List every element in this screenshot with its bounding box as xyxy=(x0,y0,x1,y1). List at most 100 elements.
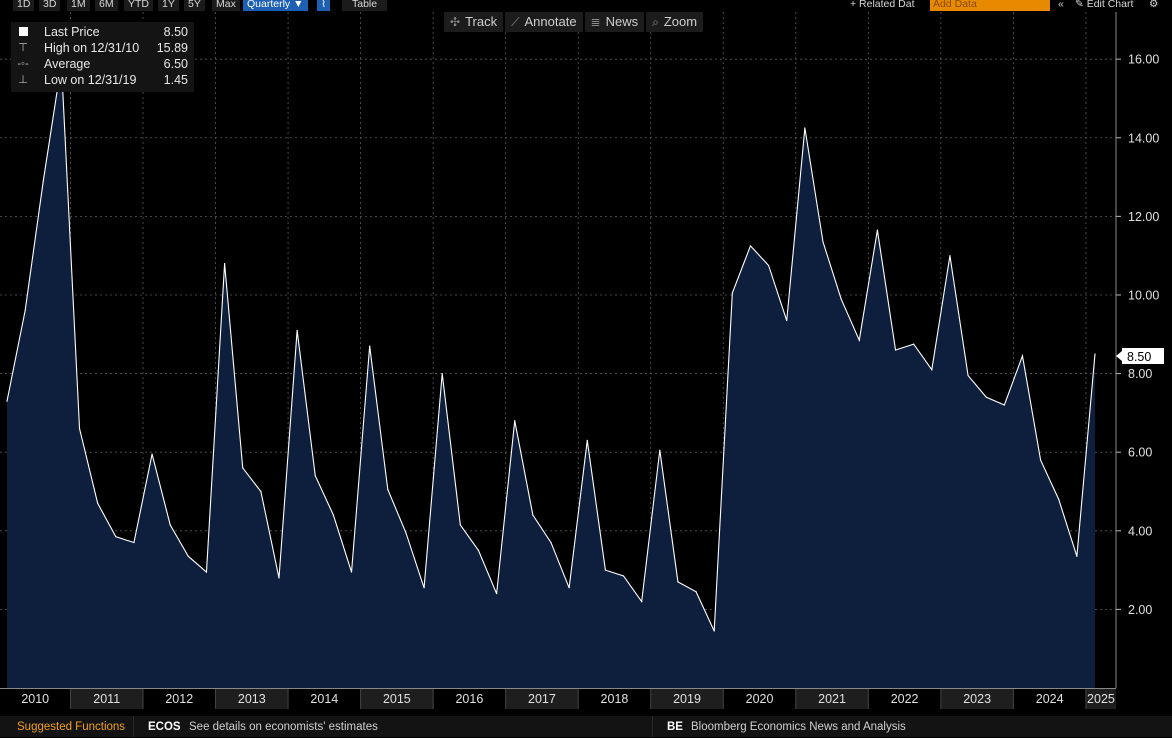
data-point xyxy=(1021,355,1024,357)
x-tick-label: 2014 xyxy=(310,692,338,706)
tool-annotate-button[interactable]: ⟋ Annotate xyxy=(505,12,583,32)
data-point xyxy=(931,369,933,371)
data-point xyxy=(441,372,443,375)
data-point xyxy=(1094,353,1096,355)
data-point xyxy=(550,541,552,544)
tool-label: News xyxy=(605,14,639,29)
last-price-tag: 8.50 xyxy=(1116,348,1164,364)
data-point xyxy=(278,577,280,579)
data-point xyxy=(6,400,8,402)
data-point xyxy=(913,343,915,345)
last-price-tag-value: 8.50 xyxy=(1127,350,1151,364)
data-point xyxy=(641,600,643,603)
y-tick-label: 16.00 xyxy=(1128,53,1159,67)
x-tick-label: 2018 xyxy=(601,692,629,706)
data-point xyxy=(894,349,897,351)
data-point xyxy=(332,514,334,516)
data-point xyxy=(369,345,371,347)
legend-avg-label: Average xyxy=(44,57,91,71)
data-point xyxy=(1076,555,1078,557)
data-point xyxy=(387,488,389,491)
square-icon xyxy=(16,24,30,40)
x-tick-label: 2025 xyxy=(1087,692,1115,706)
ecos-function-code[interactable]: ECOS xyxy=(148,717,181,738)
data-point xyxy=(187,555,189,557)
y-tick-label: 2.00 xyxy=(1128,603,1152,617)
data-point xyxy=(985,396,987,398)
tool-zoom-button[interactable]: ⌕ Zoom xyxy=(646,12,704,32)
data-point xyxy=(1040,459,1042,461)
legend-low[interactable]: ⊥ Low on 12/31/19 1.45 xyxy=(11,72,194,88)
tool-track-button[interactable]: ✣ Track xyxy=(444,12,504,32)
data-point xyxy=(731,292,733,294)
data-point xyxy=(586,439,588,441)
data-point xyxy=(42,180,44,182)
x-tick-label: 2017 xyxy=(528,692,556,706)
data-point xyxy=(78,428,81,430)
suggested-functions-link[interactable]: Suggested Functions xyxy=(17,717,125,738)
legend-last-price[interactable]: Last Price 8.50 xyxy=(11,24,194,40)
x-tick-label: 2022 xyxy=(891,692,919,706)
y-tick-label: 6.00 xyxy=(1128,446,1152,460)
legend-average[interactable]: -◦- Average 6.50 xyxy=(11,56,194,72)
data-point xyxy=(296,329,298,331)
data-point xyxy=(496,593,498,595)
data-point xyxy=(151,453,153,455)
legend: Last Price 8.50 ⊤ High on 12/31/10 15.89… xyxy=(11,22,194,92)
y-tick-label: 12.00 xyxy=(1128,210,1159,224)
x-axis: 2010 2011 2012 2013 2014 2015 2016 2017 2018 2019… xyxy=(0,688,1116,709)
x-tick-label: 2020 xyxy=(746,692,774,706)
price-chart[interactable]: 2.00 4.00 6.00 8.00 10.00 12.00 14.00 16.00 201… xyxy=(0,0,1172,737)
footer-divider xyxy=(652,716,653,737)
data-point xyxy=(1058,498,1060,500)
data-point xyxy=(405,532,407,534)
data-point xyxy=(604,569,607,571)
be-description[interactable]: Bloomberg Economics News and Analysis xyxy=(691,717,906,738)
y-tick-label: 8.00 xyxy=(1128,367,1152,381)
x-tick-label: 2012 xyxy=(165,692,193,706)
x-tick-label: 2019 xyxy=(673,692,701,706)
legend-high[interactable]: ⊤ High on 12/31/10 15.89 xyxy=(11,40,194,56)
ecos-description[interactable]: See details on economists' estimates xyxy=(189,717,378,738)
data-point xyxy=(840,298,842,300)
tool-label: Track xyxy=(465,14,498,29)
data-point xyxy=(242,467,244,469)
data-point xyxy=(695,591,697,593)
data-point xyxy=(768,264,770,267)
news-icon: ≣ xyxy=(590,15,601,29)
data-point xyxy=(804,127,806,129)
x-tick-label: 2010 xyxy=(21,692,49,706)
data-point xyxy=(260,490,262,493)
data-point xyxy=(115,536,117,538)
data-point xyxy=(876,229,879,231)
data-point xyxy=(858,339,860,341)
tool-news-button[interactable]: ≣ News xyxy=(584,12,645,32)
data-point xyxy=(477,549,480,552)
x-tick-label: 2015 xyxy=(383,692,411,706)
data-point xyxy=(622,575,625,577)
data-point xyxy=(532,514,534,516)
legend-high-value: 15.89 xyxy=(156,41,188,55)
data-point xyxy=(659,449,661,451)
legend-low-label: Low on 12/31/19 xyxy=(44,73,137,87)
low-marker-icon: ⊥ xyxy=(18,74,28,86)
footer-divider xyxy=(133,716,134,737)
legend-last-label: Last Price xyxy=(44,25,100,39)
tool-label: Zoom xyxy=(663,14,698,29)
chart-tools-bar: ✣ Track ⟋ Annotate ≣ News ⌕ Zoom xyxy=(444,12,704,32)
y-tick-label: 14.00 xyxy=(1128,131,1159,145)
data-point xyxy=(169,524,171,526)
x-tick-label: 2023 xyxy=(963,692,991,706)
legend-low-value: 1.45 xyxy=(163,73,188,87)
legend-avg-value: 6.50 xyxy=(163,57,188,71)
data-point xyxy=(949,255,951,257)
data-point xyxy=(568,587,570,589)
y-tick-label: 10.00 xyxy=(1128,288,1159,302)
data-point xyxy=(133,541,135,544)
legend-last-value: 8.50 xyxy=(163,25,188,39)
data-point xyxy=(967,374,969,377)
price-area-fill xyxy=(7,63,1095,689)
be-function-code[interactable]: BE xyxy=(667,717,683,738)
data-point xyxy=(314,475,316,477)
x-tick-label: 2011 xyxy=(93,692,120,706)
